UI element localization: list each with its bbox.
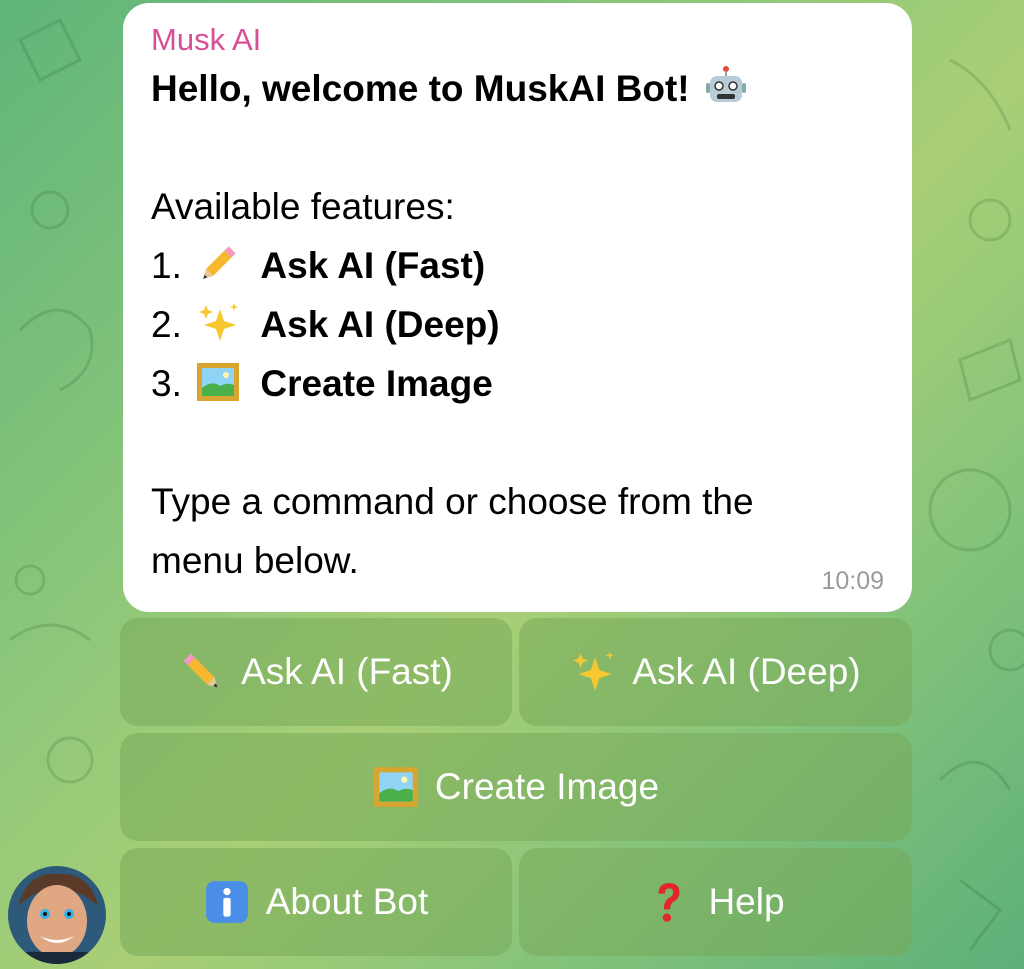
- framed-picture-icon: [197, 363, 240, 401]
- feature-number: 1.: [151, 245, 182, 286]
- feature-label: Create Image: [260, 363, 493, 404]
- instruction-line-1: Type a command or choose from the: [151, 481, 754, 522]
- instruction-line-2: menu below.: [151, 540, 359, 581]
- sparkles-icon: [199, 303, 239, 341]
- pencil-icon: [183, 653, 218, 688]
- button-label: Ask AI (Fast): [241, 651, 453, 692]
- message-timestamp: 10:09: [821, 567, 884, 595]
- feature-item-ask-deep: 2. Ask AI (Deep): [151, 295, 884, 354]
- features-heading: Available features:: [151, 186, 455, 227]
- feature-item-create-image: 3. Create Image: [151, 354, 884, 413]
- feature-number: 3.: [151, 363, 182, 404]
- button-label: Help: [708, 881, 785, 922]
- robot-icon: [705, 66, 746, 102]
- avatar-face-icon: [8, 866, 106, 964]
- feature-item-ask-fast: 1. Ask AI (Fast): [151, 236, 884, 295]
- framed-picture-icon: [373, 767, 418, 807]
- greeting-text: Hello, welcome to MuskAI Bot!: [151, 68, 690, 109]
- sparkles-icon: [573, 651, 615, 691]
- pencil-icon: [203, 246, 236, 279]
- ask-ai-deep-button[interactable]: Ask AI (Deep): [519, 618, 912, 726]
- button-label: About Bot: [265, 881, 429, 922]
- sender-name: Musk AI: [151, 22, 262, 57]
- button-label: Create Image: [434, 766, 660, 807]
- feature-label: Ask AI (Deep): [260, 304, 500, 345]
- feature-label: Ask AI (Fast): [260, 245, 486, 286]
- bot-avatar[interactable]: [8, 866, 106, 964]
- button-label: Ask AI (Deep): [632, 651, 861, 692]
- feature-number: 2.: [151, 304, 182, 345]
- bot-message-bubble: Musk AI Hello, welcome to MuskAI Bot! Av…: [123, 3, 912, 612]
- info-icon: [205, 881, 248, 923]
- ask-ai-fast-button[interactable]: Ask AI (Fast): [120, 618, 512, 726]
- create-image-button[interactable]: Create Image: [120, 733, 912, 841]
- question-mark-icon: [658, 883, 680, 922]
- about-bot-button[interactable]: About Bot: [120, 848, 512, 956]
- greeting-line: Hello, welcome to MuskAI Bot!: [151, 59, 884, 118]
- help-button[interactable]: Help: [519, 848, 912, 956]
